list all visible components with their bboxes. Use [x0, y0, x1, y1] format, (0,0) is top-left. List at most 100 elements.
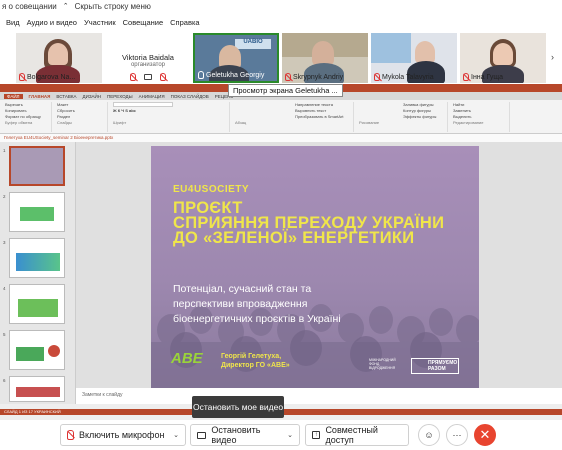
font-format-buttons[interactable]: Ж К Ч S abc [113, 108, 229, 114]
map-background [371, 33, 411, 63]
chevron-down-icon[interactable]: ⌄ [173, 431, 179, 439]
participant-tile[interactable]: Bolgarova Na... [16, 33, 102, 83]
tab-file[interactable]: ФАЙЛ [4, 93, 23, 99]
file-tab[interactable]: Гелетуха EU4USociety_seminar 2 Біоенерге… [0, 134, 562, 142]
stop-video-button[interactable]: Остановить видео ⌄ [190, 424, 300, 446]
hide-menubar-button[interactable]: Скрыть строку меню [75, 2, 151, 11]
stop-video-tooltip: Остановить мое видео [192, 396, 284, 418]
mic-muted-icon [130, 73, 136, 81]
slide-number: 4 [3, 286, 6, 291]
top-menubar: я о совещании ⌃ Скрыть строку меню [0, 0, 562, 12]
participant-role: организатор [130, 62, 166, 68]
slide-thumbnail[interactable] [9, 146, 65, 186]
group-label: Рисование [359, 120, 380, 125]
slide-number: 1 [3, 148, 6, 153]
menu-help[interactable]: Справка [170, 18, 199, 27]
participant-name: Geletukha Georgiy [206, 71, 265, 79]
chevron-up-icon[interactable]: ⌃ [63, 2, 69, 10]
meeting-info-menu[interactable]: я о совещании [2, 2, 57, 11]
share-button[interactable]: ↑ Совместный доступ [305, 424, 409, 446]
mic-muted-icon [160, 73, 166, 81]
screen-share-label[interactable]: Просмотр экрана Geletukha ... [228, 84, 343, 97]
group-label: Шрифт [113, 120, 127, 125]
avatar [312, 41, 334, 65]
tab-transitions[interactable]: ПЕРЕХОДЫ [107, 94, 133, 99]
mic-muted-icon [374, 73, 380, 81]
slide-number: 6 [3, 378, 6, 383]
menu-audio-video[interactable]: Аудио и видео [27, 18, 77, 27]
end-call-button[interactable]: ✕ [474, 424, 496, 446]
reactions-button[interactable]: ☺ [418, 424, 440, 446]
slide-notes[interactable]: Заметки к слайду [76, 388, 562, 404]
avatar [493, 43, 513, 65]
background-banner: UABIO [235, 39, 271, 49]
participant-name: Mykola Talavyria [382, 73, 434, 81]
participant-name: Viktoria Baidala [122, 53, 174, 62]
participant-name: Інна Гуща [471, 73, 503, 81]
slide-number: 5 [3, 332, 6, 337]
chevron-down-icon[interactable]: ⌄ [287, 431, 293, 439]
meeting-toolbar: Включить микрофон ⌄ Остановить видео ⌄ ↑… [0, 420, 562, 450]
avatar [48, 43, 68, 65]
next-participants-arrow[interactable]: › [551, 52, 554, 62]
abe-logo: ABE [171, 350, 203, 367]
group-label: Абзац [235, 120, 247, 125]
video-camera-icon [197, 431, 207, 439]
main-menu: Вид Аудио и видео Участник Совещание Спр… [0, 12, 562, 32]
participant-tile[interactable]: Інна Гуща [460, 33, 546, 83]
menu-view[interactable]: Вид [6, 18, 20, 27]
font-group: Ж К Ч S abc Шрифт [110, 102, 230, 132]
menu-meeting[interactable]: Совещание [123, 18, 164, 27]
participant-tile[interactable]: Mykola Talavyria [371, 33, 457, 83]
slide-thumbnail[interactable] [9, 376, 65, 402]
group-label: Буфер обмена [5, 120, 33, 125]
slide-subtitle: Потенціал, сучасний стан та перспективи … [173, 283, 341, 325]
video-icon [144, 74, 152, 80]
mic-muted-icon [463, 73, 469, 81]
paragraph-group: Направление текста Выровнять текст Преоб… [232, 102, 354, 132]
slide-number: 3 [3, 240, 6, 245]
font-family-select[interactable] [113, 102, 173, 107]
mic-icon [198, 71, 204, 79]
shared-screen: Просмотр экрана Geletukha ... ФАЙЛ ГЛАВН… [0, 84, 562, 422]
avatar [415, 41, 435, 63]
slide-author: Георгій Гелетуха, Директор ГО «АВЕ» [221, 353, 290, 369]
participant-tile[interactable]: Viktoria Baidala организатор [105, 33, 191, 83]
slide-brand: EU4USOCIETY [173, 184, 250, 195]
share-icon: ↑ [312, 431, 321, 439]
participant-name: Bolgarova Na... [27, 73, 76, 81]
unmute-button[interactable]: Включить микрофон ⌄ [60, 424, 186, 446]
slide-canvas: EU4USOCIETY ПРОЄКТ СПРИЯННЯ ПЕРЕХОДУ УКР… [76, 142, 562, 390]
editing-group: Найти Заменить Выделить Редактирование [450, 102, 510, 132]
menu-participant[interactable]: Участник [84, 18, 116, 27]
group-label: Редактирование [453, 120, 484, 125]
slide-thumbnails: 1 2 3 4 5 6 [0, 142, 76, 404]
slides-group: Макет Сбросить Раздел Слайды [54, 102, 108, 132]
slide-thumbnail[interactable] [9, 284, 65, 324]
slide-thumbnail[interactable] [9, 238, 65, 278]
share-label: Совместный доступ [325, 425, 378, 445]
participant-tile[interactable]: Skrypnyk Andriy [282, 33, 368, 83]
unmute-label: Включить микрофон [79, 430, 165, 440]
partner-logo-eu: ПРЯМУЄМО РАЗОМ [411, 358, 459, 374]
ppt-ribbon: Вырезать Копировать Формат по образцу Бу… [0, 100, 562, 134]
tab-slideshow[interactable]: ПОКАЗ СЛАЙДОВ [171, 94, 209, 99]
tab-insert[interactable]: ВСТАВКА [56, 94, 76, 99]
partner-logo-irf: МІЖНАРОДНИЙ ФОНД ВІДРОДЖЕННЯ [369, 358, 396, 370]
mic-muted-icon [67, 430, 74, 440]
mic-muted-icon [19, 73, 25, 81]
current-slide[interactable]: EU4USOCIETY ПРОЄКТ СПРИЯННЯ ПЕРЕХОДУ УКР… [151, 146, 479, 390]
tab-animation[interactable]: АНИМАЦИЯ [139, 94, 165, 99]
tab-home[interactable]: ГЛАВНАЯ [29, 94, 51, 99]
slide-thumbnail[interactable] [9, 192, 65, 232]
group-label: Слайды [57, 120, 72, 125]
slide-thumbnail[interactable] [9, 330, 65, 370]
tab-design[interactable]: ДИЗАЙН [83, 94, 102, 99]
slide-number: 2 [3, 194, 6, 199]
participant-tile[interactable]: UABIO Geletukha Georgiy [193, 33, 279, 83]
slide-title: ПРОЄКТ СПРИЯННЯ ПЕРЕХОДУ УКРАЇНИ ДО «ЗЕЛ… [173, 199, 445, 247]
mic-muted-icon [285, 73, 291, 81]
clipboard-group: Вырезать Копировать Формат по образцу Бу… [2, 102, 52, 132]
more-button[interactable]: ··· [446, 424, 468, 446]
stop-video-label: Остановить видео [211, 425, 261, 445]
